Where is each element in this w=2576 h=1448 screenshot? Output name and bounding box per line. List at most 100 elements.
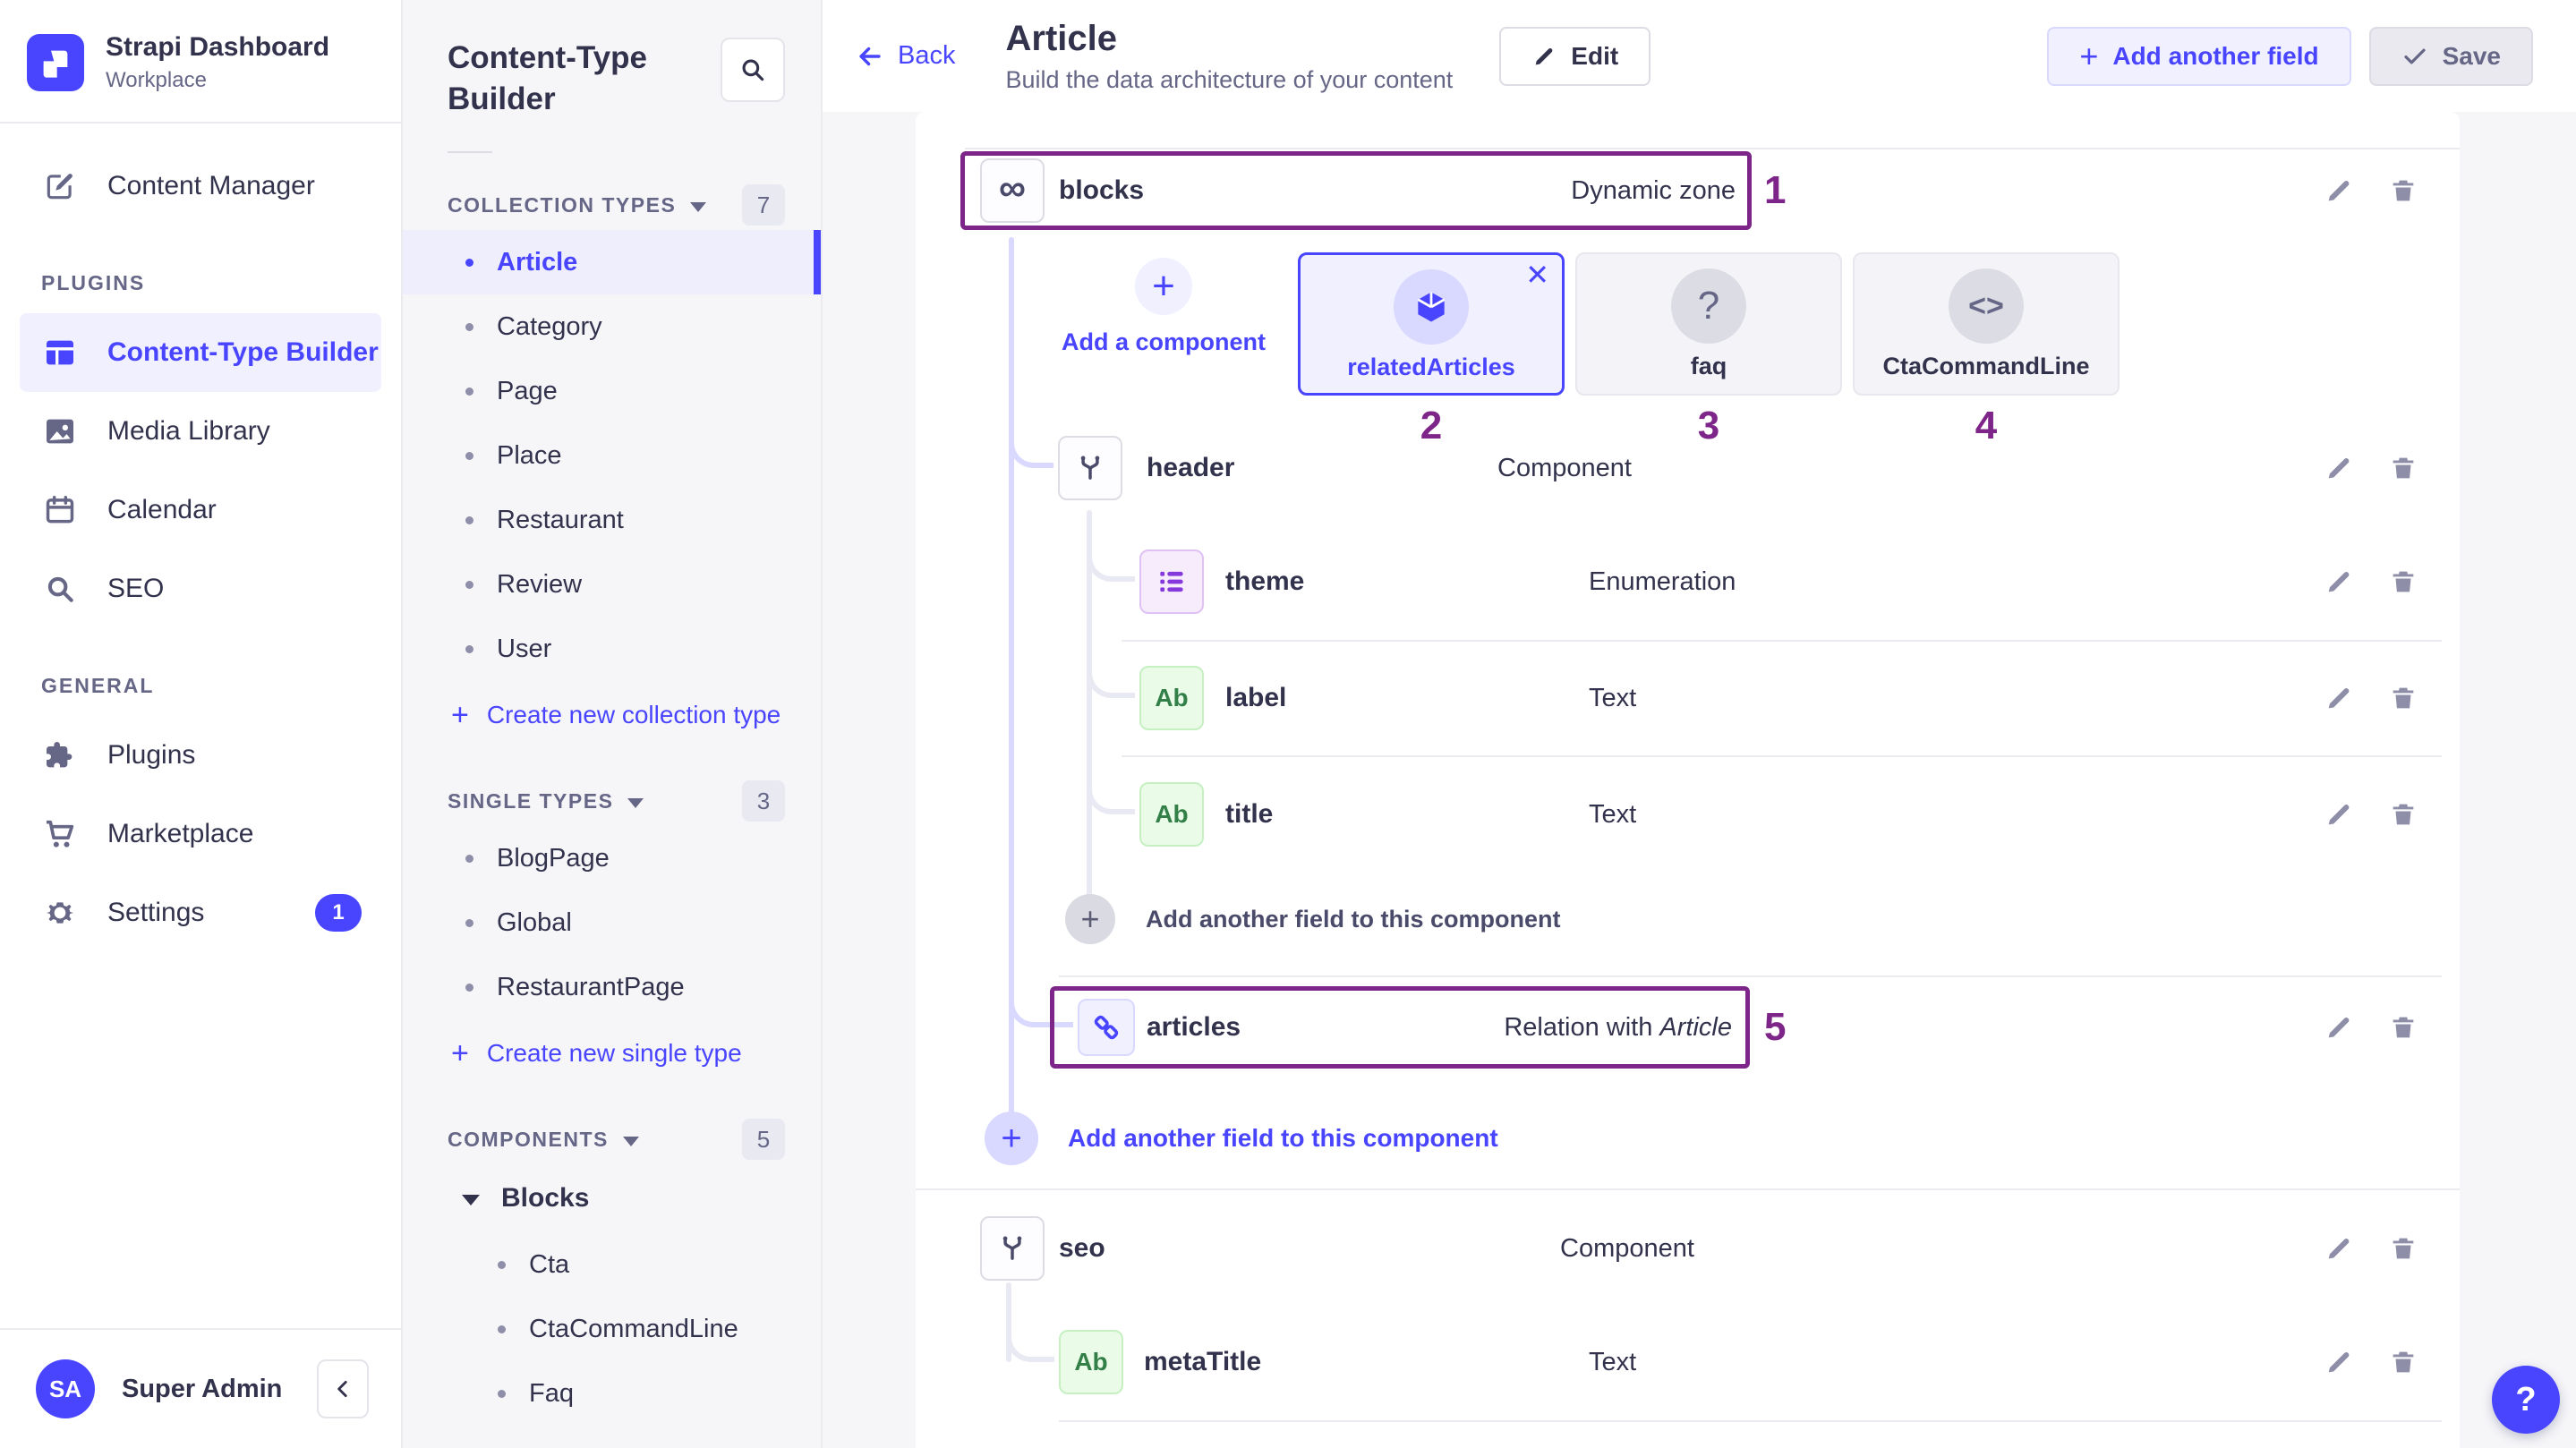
- field-name: title: [1225, 782, 1273, 847]
- sidebar-item-category[interactable]: Category: [403, 294, 821, 359]
- field-name: theme: [1225, 549, 1304, 614]
- delete-field-icon[interactable]: [2388, 1012, 2418, 1043]
- sidebar-item-media-library[interactable]: Media Library: [0, 392, 401, 471]
- user-name: Super Admin: [122, 1375, 290, 1404]
- close-icon[interactable]: ✕: [1525, 260, 1549, 289]
- back-link[interactable]: Back: [855, 41, 955, 72]
- edit-field-icon[interactable]: [2324, 1233, 2354, 1264]
- sidebar-item-ctacommandline[interactable]: CtaCommandLine: [403, 1297, 821, 1361]
- sidebar-item-page[interactable]: Page: [403, 359, 821, 423]
- divider: [448, 151, 492, 153]
- type-label: Article: [497, 248, 577, 277]
- sidebar-item-restaurantpage[interactable]: RestaurantPage: [403, 955, 821, 1019]
- bullet-icon: [465, 323, 473, 331]
- field-row-blocks[interactable]: ∞ blocks Dynamic zone 1: [916, 158, 2460, 223]
- annotation-number: 1: [1764, 158, 1786, 223]
- sidebar-item-settings[interactable]: Settings 1: [0, 873, 401, 952]
- sidebar-item-cta[interactable]: Cta: [403, 1232, 821, 1297]
- field-type: Component: [1497, 436, 1632, 500]
- type-label: User: [497, 635, 551, 664]
- delete-field-icon[interactable]: [2388, 175, 2418, 206]
- relation-target: Article: [1659, 1013, 1732, 1042]
- single-types-header[interactable]: SINGLE TYPES 3: [403, 776, 821, 826]
- fields-card: ∞ blocks Dynamic zone 1 + Add a componen…: [916, 112, 2460, 1448]
- delete-field-icon[interactable]: [2388, 1233, 2418, 1264]
- sidebar-item-content-type-builder[interactable]: Content-Type Builder: [20, 313, 381, 392]
- sidebar-item-faq[interactable]: Faq: [403, 1361, 821, 1426]
- text-field-icon: Ab: [1059, 1330, 1123, 1394]
- single-types-count: 3: [742, 780, 785, 822]
- edit-field-icon[interactable]: [2324, 566, 2354, 597]
- help-button[interactable]: ?: [2492, 1366, 2560, 1434]
- add-component-label[interactable]: Add a component: [1056, 328, 1271, 356]
- delete-field-icon[interactable]: [2388, 683, 2418, 713]
- field-row-articles[interactable]: articles Relation with Article 5: [916, 995, 2460, 1060]
- delete-field-icon[interactable]: [2388, 566, 2418, 597]
- sidebar-item-marketplace[interactable]: Marketplace: [0, 795, 401, 873]
- app-root: Strapi Dashboard Workplace Content Manag…: [0, 0, 2576, 1448]
- sidebar-item-seo[interactable]: SEO: [0, 549, 401, 628]
- content-area: ∞ blocks Dynamic zone 1 + Add a componen…: [823, 112, 2576, 1448]
- section-label-plugins: PLUGINS: [0, 265, 401, 301]
- add-component-button[interactable]: +: [1135, 258, 1192, 315]
- sidebar-item-label: Content-Type Builder: [107, 337, 379, 368]
- add-another-field-button[interactable]: + Add another field: [2047, 27, 2350, 86]
- create-single-type-link[interactable]: + Create new single type: [403, 1019, 821, 1087]
- delete-field-icon[interactable]: [2388, 1347, 2418, 1377]
- sidebar-item-place[interactable]: Place: [403, 423, 821, 488]
- sidebar-item-label: Media Library: [107, 416, 270, 447]
- create-single-type-label: Create new single type: [487, 1039, 742, 1068]
- sidebar-item-user[interactable]: User: [403, 617, 821, 681]
- component-group-blocks[interactable]: Blocks: [403, 1164, 821, 1232]
- edit-field-icon[interactable]: [2324, 799, 2354, 830]
- sidebar-item-plugins[interactable]: Plugins: [0, 716, 401, 795]
- add-field-to-component-button[interactable]: +: [985, 1112, 1038, 1165]
- search-button[interactable]: [721, 38, 785, 102]
- settings-badge: 1: [315, 894, 362, 932]
- add-field-to-component-label[interactable]: Add another field to this component: [1068, 1112, 1498, 1165]
- field-row-theme[interactable]: theme Enumeration: [916, 549, 2460, 614]
- strapi-logo-icon: [27, 34, 84, 91]
- edit-field-icon[interactable]: [2324, 175, 2354, 206]
- save-button[interactable]: Save: [2369, 27, 2533, 86]
- sidebar-item-content-manager[interactable]: Content Manager: [0, 147, 401, 226]
- collapse-sidebar-button[interactable]: [317, 1359, 369, 1418]
- field-row-header[interactable]: header Component: [916, 436, 2460, 500]
- create-collection-type-link[interactable]: + Create new collection type: [403, 681, 821, 749]
- type-label: Page: [497, 377, 558, 406]
- gear-icon: [41, 894, 79, 932]
- component-icon: [980, 1216, 1045, 1281]
- collection-types-label: COLLECTION TYPES: [448, 193, 676, 217]
- delete-field-icon[interactable]: [2388, 799, 2418, 830]
- collection-types-header[interactable]: COLLECTION TYPES 7: [403, 180, 821, 230]
- components-header[interactable]: COMPONENTS 5: [403, 1114, 821, 1164]
- delete-field-icon[interactable]: [2388, 453, 2418, 483]
- brand-title: Strapi Dashboard: [106, 32, 329, 63]
- edit-button[interactable]: Edit: [1499, 27, 1651, 86]
- edit-field-icon[interactable]: [2324, 1347, 2354, 1377]
- components-count: 5: [742, 1119, 785, 1160]
- sidebar-item-features[interactable]: Features: [403, 1426, 821, 1448]
- add-field-to-component-button[interactable]: +: [1065, 894, 1115, 944]
- brand[interactable]: Strapi Dashboard Workplace: [0, 0, 401, 124]
- sidebar-item-restaurant[interactable]: Restaurant: [403, 488, 821, 552]
- component-card-label: relatedArticles: [1347, 353, 1515, 381]
- edit-field-icon[interactable]: [2324, 683, 2354, 713]
- add-field-to-component-label[interactable]: Add another field to this component: [1146, 894, 1560, 944]
- sidebar-item-review[interactable]: Review: [403, 552, 821, 617]
- component-card-faq[interactable]: ? faq: [1575, 252, 1842, 396]
- avatar[interactable]: SA: [36, 1359, 95, 1418]
- field-row-label[interactable]: Ab label Text: [916, 666, 2460, 730]
- component-card-ctacommandline[interactable]: <> CtaCommandLine: [1853, 252, 2120, 396]
- field-row-metatitle[interactable]: Ab metaTitle Text: [916, 1330, 2460, 1394]
- sidebar-item-blogpage[interactable]: BlogPage: [403, 826, 821, 890]
- sidebar-item-article[interactable]: Article: [403, 230, 821, 294]
- sidebar-item-global[interactable]: Global: [403, 890, 821, 955]
- edit-field-icon[interactable]: [2324, 453, 2354, 483]
- sidebar-item-label: Calendar: [107, 495, 217, 525]
- sidebar-item-calendar[interactable]: Calendar: [0, 471, 401, 549]
- field-row-seo[interactable]: seo Component: [916, 1216, 2460, 1281]
- edit-field-icon[interactable]: [2324, 1012, 2354, 1043]
- field-row-title[interactable]: Ab title Text: [916, 782, 2460, 847]
- component-card-relatedarticles[interactable]: ✕ relatedArticles: [1298, 252, 1565, 396]
